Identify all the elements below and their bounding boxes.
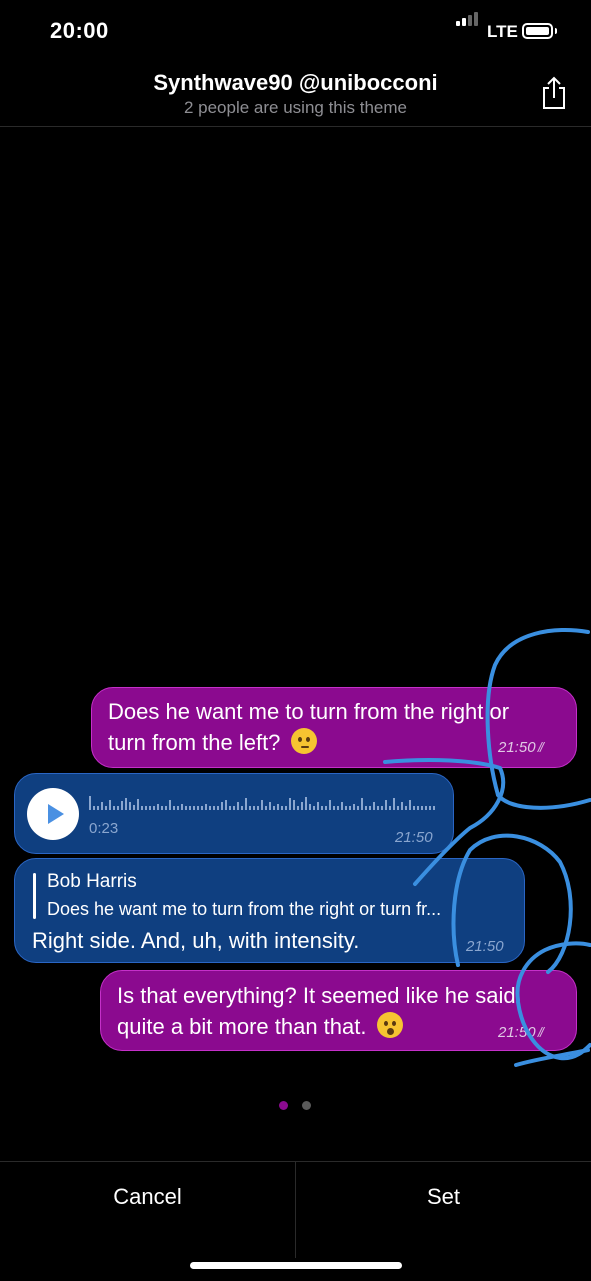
message-bubble-outgoing[interactable]: Does he want me to turn from the right o… [91,687,577,768]
page-subtitle: 2 people are using this theme [183,98,408,117]
page-dot[interactable] [302,1101,311,1110]
message-time: 21:50 [395,829,433,846]
battery-icon [522,23,553,39]
reply-quote-bar [33,873,36,919]
page-dot-active[interactable] [279,1101,288,1110]
message-bubble-incoming[interactable]: Bob Harris Does he want me to turn from … [14,858,525,963]
status-time: 20:00 [50,18,109,43]
network-label: LTE [487,22,518,41]
play-icon[interactable] [27,788,79,840]
hushed-face-icon [376,1012,403,1038]
divider [295,1162,296,1258]
thinking-face-icon [290,728,317,754]
message-time: 21:50 [498,1024,536,1041]
waveform [89,796,435,810]
page-title: Synthwave90 @unibocconi [153,70,438,95]
cancel-button[interactable]: Cancel [0,1184,295,1210]
reply-snippet: Does he want me to turn from the right o… [47,899,442,919]
set-button[interactable]: Set [296,1184,591,1210]
page-indicator [0,1101,591,1111]
home-indicator[interactable] [190,1262,402,1269]
status-bar: 20:00 LTE [0,0,591,64]
reply-author: Bob Harris [47,871,137,892]
voice-message-bubble[interactable]: 0:23 21:50 [14,773,454,854]
scribble-overlay [383,628,591,1067]
message-bubble-outgoing[interactable]: Is that everything? It seemed like he sa… [100,970,577,1051]
theme-header: Synthwave90 @unibocconi 2 people are usi… [0,64,591,127]
share-icon[interactable] [540,76,568,110]
message-time: 21:50 [466,938,504,955]
message-time: 21:50 [498,739,536,756]
voice-duration: 0:23 [89,820,119,837]
message-text: Right side. And, uh, with intensity. [32,928,360,953]
